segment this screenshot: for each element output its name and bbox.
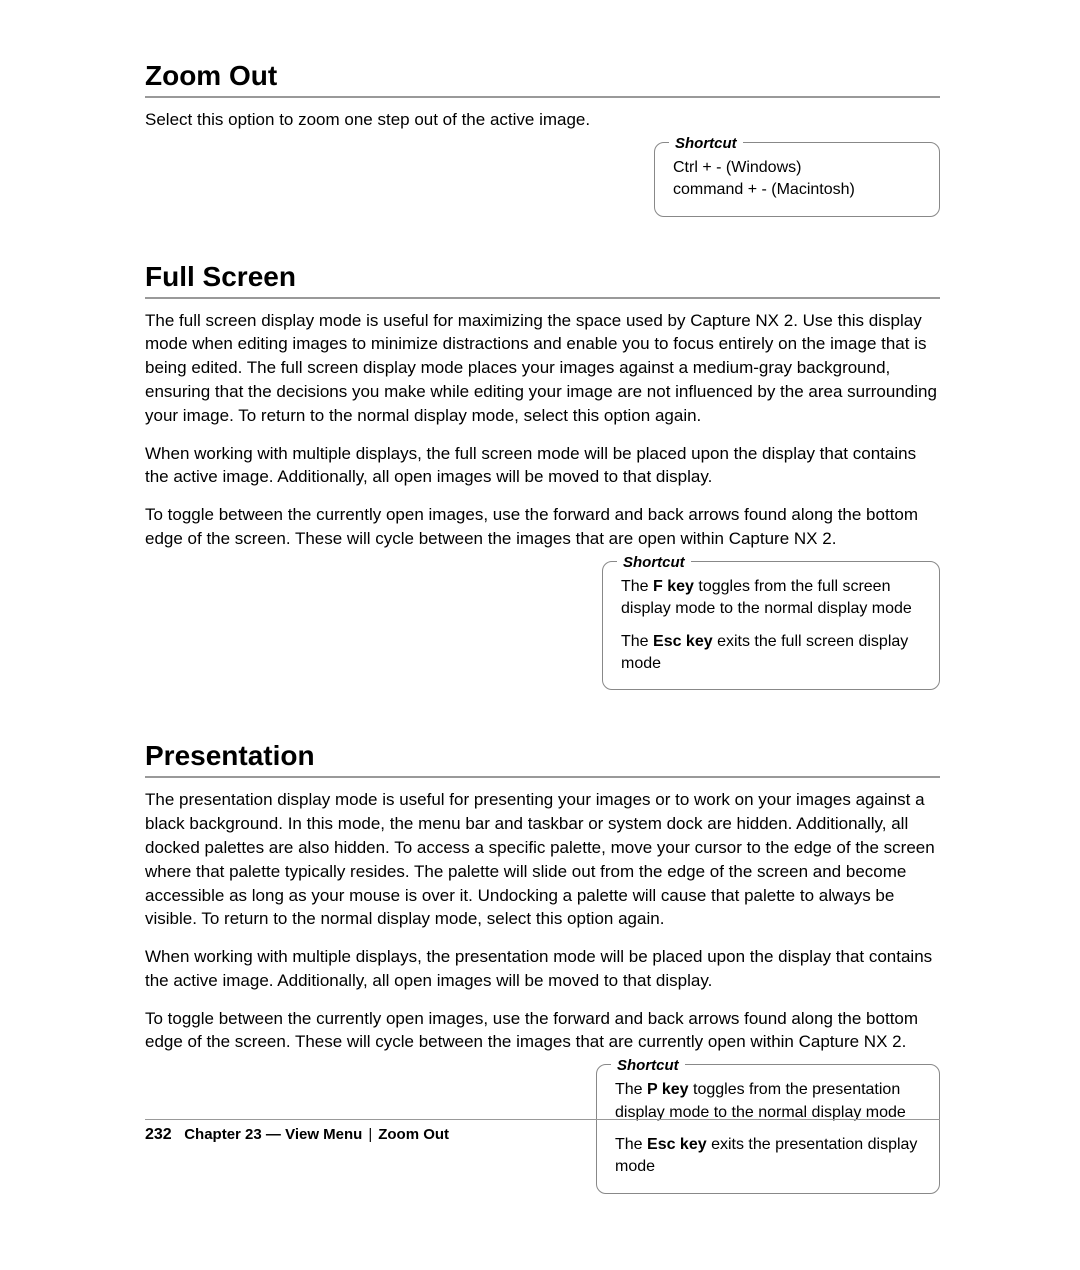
footer-rule bbox=[145, 1119, 940, 1120]
presentation-p3: To toggle between the currently open ima… bbox=[145, 1007, 940, 1055]
section-title-presentation: Presentation bbox=[145, 740, 940, 772]
zoom-out-body: Select this option to zoom one step out … bbox=[145, 108, 940, 132]
presentation-p2: When working with multiple displays, the… bbox=[145, 945, 940, 993]
shortcut-label: Shortcut bbox=[611, 1055, 685, 1076]
page-footer: 232 Chapter 23 — View Menu | Zoom Out bbox=[145, 1126, 449, 1144]
footer-topic: Zoom Out bbox=[378, 1126, 449, 1143]
shortcut-box-presentation: Shortcut The P key toggles from the pres… bbox=[596, 1064, 940, 1194]
footer-chapter: Chapter 23 — View Menu bbox=[184, 1126, 362, 1143]
full-screen-p1: The full screen display mode is useful f… bbox=[145, 309, 940, 428]
key-name: P key bbox=[647, 1081, 689, 1098]
shortcut-label: Shortcut bbox=[617, 552, 691, 573]
shortcut-box-zoom-out: Shortcut Ctrl + - (Windows) command + - … bbox=[654, 142, 940, 217]
shortcut-entry: The F key toggles from the full screen d… bbox=[621, 576, 921, 621]
shortcut-line: Ctrl + - (Windows) bbox=[673, 157, 921, 179]
text: The bbox=[615, 1081, 647, 1098]
shortcut-line: command + - (Macintosh) bbox=[673, 179, 921, 201]
full-screen-p3: To toggle between the currently open ima… bbox=[145, 503, 940, 551]
full-screen-p2: When working with multiple displays, the… bbox=[145, 442, 940, 490]
shortcut-entry: The Esc key exits the full screen displa… bbox=[621, 631, 921, 676]
key-name: F key bbox=[653, 578, 694, 595]
section-rule bbox=[145, 297, 940, 299]
section-rule bbox=[145, 776, 940, 778]
presentation-p1: The presentation display mode is useful … bbox=[145, 788, 940, 931]
key-name: Esc key bbox=[653, 633, 713, 650]
text: The bbox=[615, 1136, 647, 1153]
section-title-zoom-out: Zoom Out bbox=[145, 60, 940, 92]
footer-separator: | bbox=[368, 1126, 372, 1143]
section-rule bbox=[145, 96, 940, 98]
page-number: 232 bbox=[145, 1126, 172, 1143]
shortcut-entry: The Esc key exits the presentation displ… bbox=[615, 1134, 921, 1179]
shortcut-label: Shortcut bbox=[669, 133, 743, 154]
section-title-full-screen: Full Screen bbox=[145, 261, 940, 293]
shortcut-box-full-screen: Shortcut The F key toggles from the full… bbox=[602, 561, 940, 691]
text: The bbox=[621, 633, 653, 650]
key-name: Esc key bbox=[647, 1136, 707, 1153]
text: The bbox=[621, 578, 653, 595]
shortcut-entry: The P key toggles from the presentation … bbox=[615, 1079, 921, 1124]
